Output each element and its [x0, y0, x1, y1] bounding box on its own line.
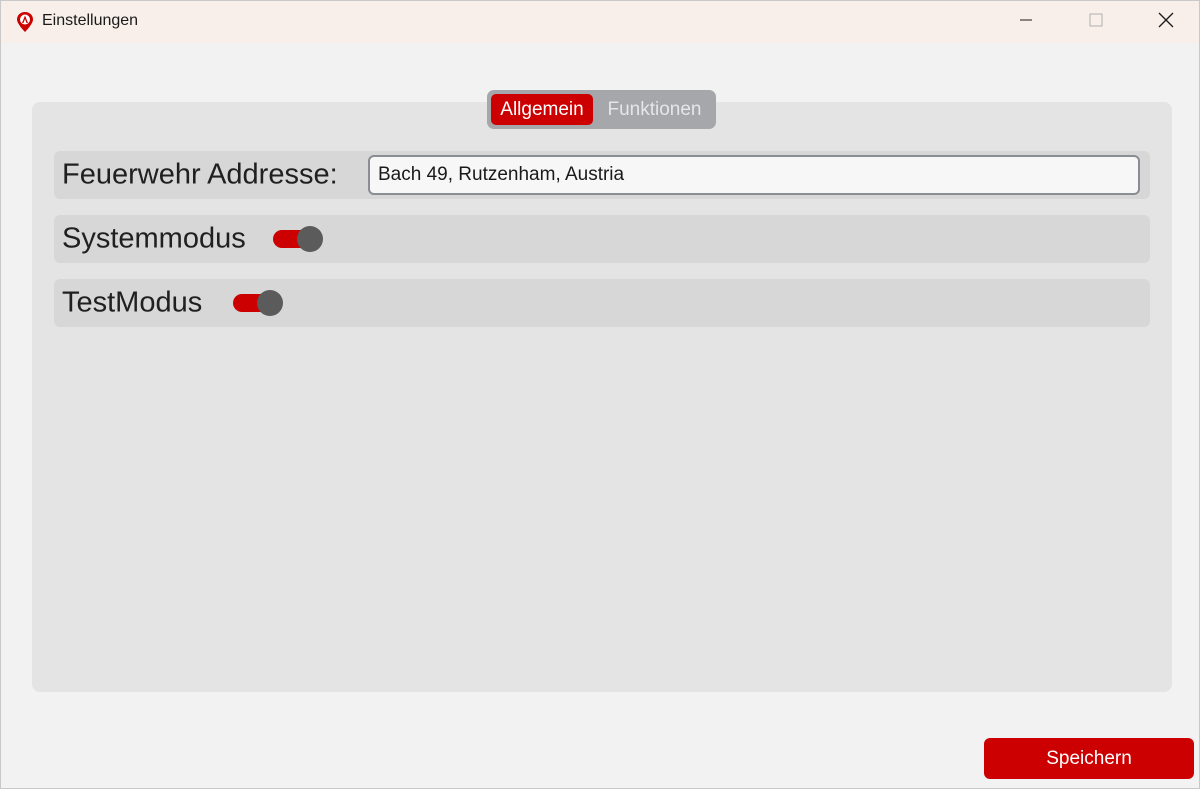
testmodus-row: TestModus	[54, 279, 1150, 327]
systemmodus-toggle[interactable]	[273, 226, 325, 252]
save-button[interactable]: Speichern	[984, 738, 1194, 779]
toggle-knob	[257, 290, 283, 316]
minimize-icon	[1019, 13, 1033, 32]
testmodus-label: TestModus	[62, 286, 203, 319]
systemmodus-row: Systemmodus	[54, 215, 1150, 263]
maximize-icon	[1089, 13, 1103, 32]
settings-window: Einstellungen Allgemein Funktionen Feuer…	[0, 0, 1200, 789]
title-bar[interactable]: Einstellungen	[1, 1, 1199, 43]
tab-funktionen[interactable]: Funktionen	[597, 94, 712, 125]
close-button[interactable]	[1131, 1, 1200, 43]
fire-brigade-icon	[15, 11, 35, 33]
close-icon	[1158, 12, 1174, 33]
maximize-button[interactable]	[1061, 1, 1131, 43]
minimize-button[interactable]	[991, 1, 1061, 43]
window-title: Einstellungen	[42, 12, 139, 29]
address-input[interactable]	[368, 155, 1140, 195]
tab-bar: Allgemein Funktionen	[487, 90, 716, 129]
address-row: Feuerwehr Addresse:	[54, 151, 1150, 199]
toggle-knob	[297, 226, 323, 252]
systemmodus-label: Systemmodus	[62, 222, 246, 255]
address-label: Feuerwehr Addresse:	[62, 158, 338, 191]
tab-allgemein[interactable]: Allgemein	[491, 94, 593, 125]
testmodus-toggle[interactable]	[233, 290, 285, 316]
